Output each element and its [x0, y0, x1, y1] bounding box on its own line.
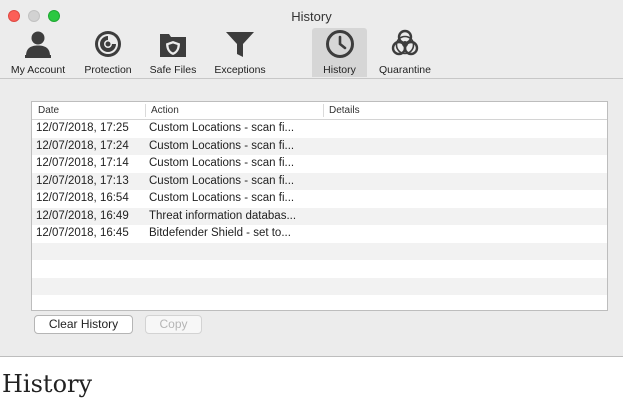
table-row[interactable]: 12/07/2018, 17:24 Custom Locations - sca… — [32, 137, 607, 155]
folder-shield-icon — [160, 34, 186, 57]
empty-row — [32, 260, 607, 278]
history-window: History My Account Protection Safe Files… — [0, 0, 623, 357]
date-cell: 12/07/2018, 16:54 — [36, 192, 129, 204]
clear-history-button[interactable]: Clear History — [34, 315, 133, 334]
toolbar-item-safe-files[interactable]: Safe Files — [140, 28, 206, 77]
title-bar: History — [0, 0, 623, 28]
toolbar-item-exceptions[interactable]: Exceptions — [206, 28, 274, 77]
column-header-action[interactable]: Action — [151, 105, 179, 116]
table-row[interactable]: 12/07/2018, 16:54 Custom Locations - sca… — [32, 190, 607, 208]
table-row[interactable]: 12/07/2018, 17:25 Custom Locations - sca… — [32, 120, 607, 138]
date-cell: 12/07/2018, 17:14 — [36, 157, 129, 169]
toolbar-label: Safe Files — [149, 64, 197, 76]
column-divider[interactable] — [323, 104, 324, 117]
history-table[interactable]: Date Action Details 12/07/2018, 17:25 Cu… — [31, 101, 608, 311]
window-title: History — [291, 9, 332, 24]
action-cell: Threat information databas... — [149, 209, 297, 222]
filter-icon — [226, 32, 254, 57]
action-cell: Custom Locations - scan fi... — [149, 122, 295, 134]
copy-button[interactable]: Copy — [145, 315, 202, 334]
toolbar-item-my-account[interactable]: My Account — [0, 28, 76, 77]
action-cell: Custom Locations - scan fi... — [149, 192, 295, 204]
date-cell: 12/07/2018, 16:45 — [36, 227, 129, 239]
toolbar: My Account Protection Safe Files Excepti… — [0, 28, 623, 79]
table-row[interactable]: 12/07/2018, 17:14 Custom Locations - sca… — [32, 155, 607, 173]
page-caption: History — [2, 370, 93, 398]
toolbar-item-history[interactable]: History — [312, 28, 367, 77]
person-icon — [25, 31, 51, 58]
action-cell: Custom Locations - scan fi... — [149, 139, 295, 152]
table-row[interactable]: 12/07/2018, 16:49 Threat information dat… — [32, 207, 607, 225]
date-cell: 12/07/2018, 17:25 — [36, 122, 129, 134]
toolbar-item-protection[interactable]: Protection — [76, 28, 140, 77]
toolbar-item-quarantine[interactable]: Quarantine — [372, 28, 438, 77]
toolbar-label: Exceptions — [214, 64, 266, 76]
biohazard-icon — [391, 29, 419, 56]
empty-row — [32, 242, 607, 260]
action-cell: Custom Locations - scan fi... — [149, 157, 295, 169]
toolbar-label: Quarantine — [379, 64, 431, 76]
date-cell: 12/07/2018, 17:13 — [36, 174, 129, 187]
action-cell: Bitdefender Shield - set to... — [149, 227, 291, 239]
clock-icon — [325, 30, 354, 58]
toolbar-label: History — [323, 64, 356, 76]
history-pane: Date Action Details 12/07/2018, 17:25 Cu… — [0, 79, 623, 356]
empty-row — [32, 295, 607, 310]
toolbar-label: Protection — [84, 64, 132, 76]
column-header-date[interactable]: Date — [38, 105, 59, 116]
action-cell: Custom Locations - scan fi... — [149, 174, 295, 187]
date-cell: 12/07/2018, 16:49 — [36, 209, 129, 222]
table-row[interactable]: 12/07/2018, 17:13 Custom Locations - sca… — [32, 172, 607, 190]
table-row[interactable]: 12/07/2018, 16:45 Bitdefender Shield - s… — [32, 225, 607, 243]
shield-swirl-icon — [95, 31, 121, 57]
column-divider[interactable] — [145, 104, 146, 117]
toolbar-label: My Account — [10, 64, 66, 76]
column-header-details[interactable]: Details — [329, 105, 360, 116]
empty-row — [32, 277, 607, 295]
date-cell: 12/07/2018, 17:24 — [36, 139, 129, 152]
table-header: Date Action Details — [32, 102, 607, 120]
